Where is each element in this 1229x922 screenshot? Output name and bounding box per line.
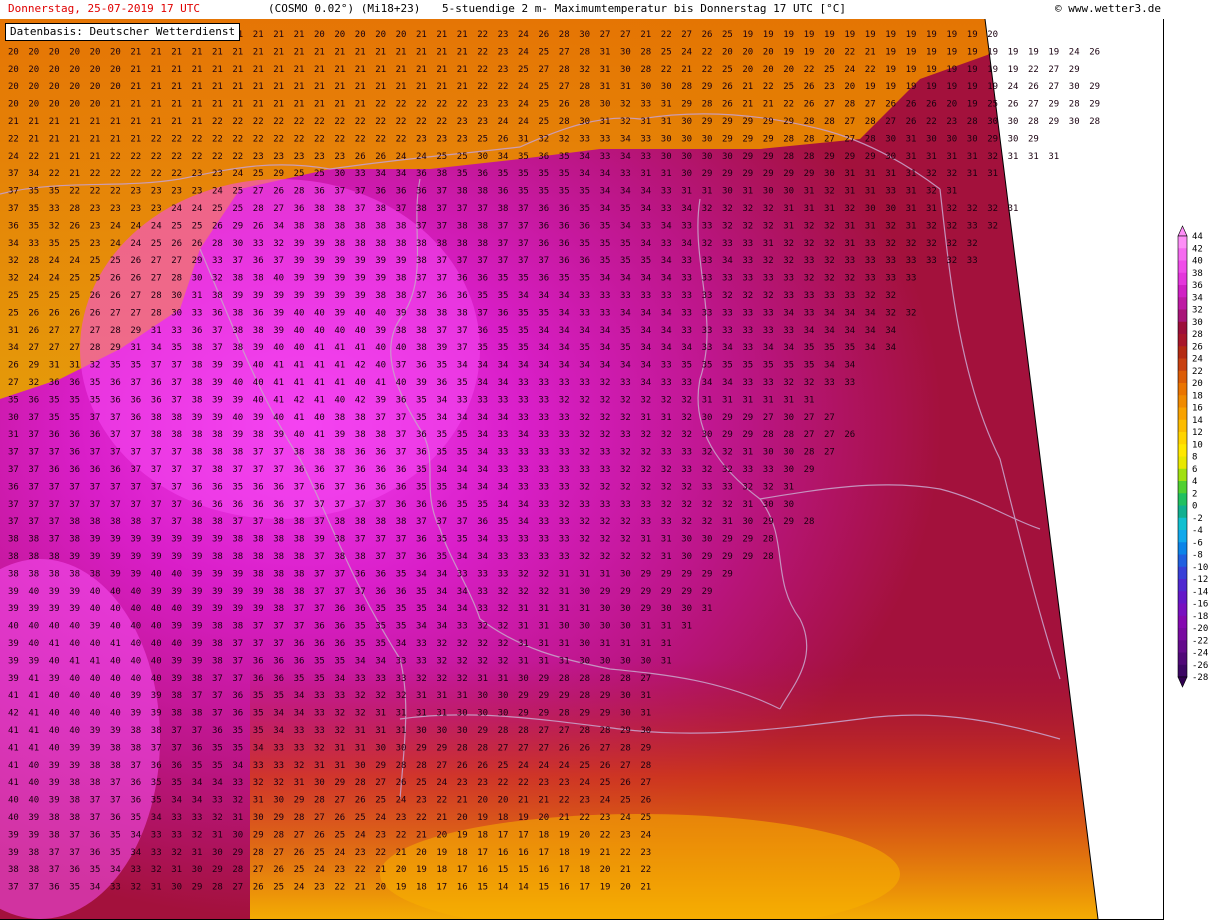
data-source-note: Datenbasis: Deutscher Wetterdienst [5, 23, 241, 41]
legend-swatch [1178, 579, 1187, 592]
legend-label: -4 [1192, 526, 1203, 536]
legend-label: -22 [1192, 636, 1208, 646]
legend-label: 8 [1192, 453, 1197, 463]
legend-label: 30 [1192, 318, 1203, 328]
legend-label: -14 [1192, 587, 1208, 597]
value-row: 30 37 35 35 37 37 36 38 38 39 39 40 39 40 41 40 38 38 37 37… [8, 413, 835, 423]
legend-arrow-bottom [1177, 676, 1188, 688]
legend-labels: 4442403836343230282624222018161412108642… [1192, 232, 1208, 683]
legend-swatch [1178, 309, 1187, 323]
color-scale-legend: 44 42 40 38 36 34 32 30 28 26 24 22 20 18 16 14 12 10 8 6 4 2… [1175, 224, 1229, 689]
legend-swatch [1178, 530, 1187, 543]
legend-swatch [1178, 628, 1187, 641]
legend-label: -12 [1192, 575, 1208, 585]
legend-label: 34 [1192, 293, 1203, 303]
legend-label: 20 [1192, 379, 1203, 389]
legend-swatch [1178, 358, 1187, 372]
legend-swatch [1178, 370, 1187, 384]
legend-swatch [1178, 468, 1187, 482]
header-bar: Donnerstag, 25-07-2019 17 UTC (COSMO 0.0… [0, 0, 1229, 18]
legend-label: 22 [1192, 367, 1203, 377]
legend-label: 28 [1192, 330, 1203, 340]
legend-label: 4 [1192, 477, 1197, 487]
legend-swatch [1178, 566, 1187, 580]
legend-label: -16 [1192, 600, 1208, 610]
legend-label: -8 [1192, 551, 1203, 561]
legend-label: -6 [1192, 538, 1203, 548]
legend-swatch [1178, 554, 1187, 568]
legend-swatch [1178, 493, 1187, 506]
legend-swatch [1178, 383, 1187, 396]
value-row: 37 37 37 36 37 37 37 37 37 38 38 38 37 37 38 38 38 36 36 37… [8, 448, 835, 458]
legend-label: -2 [1192, 514, 1203, 524]
copyright-line: © www.wetter3.de [1055, 0, 1161, 18]
legend-label: 44 [1192, 232, 1203, 242]
legend-swatch [1178, 432, 1187, 445]
legend-swatch [1178, 603, 1187, 617]
legend-swatch [1178, 444, 1187, 457]
map-description: 5-stuendige 2 m- Maximumtemperatur bis D… [442, 2, 846, 15]
legend-label: 40 [1192, 257, 1203, 267]
legend-swatch [1178, 297, 1187, 310]
legend-label: -20 [1192, 624, 1208, 634]
legend-label: -24 [1192, 649, 1208, 659]
legend-label: 24 [1192, 355, 1203, 365]
legend-swatch [1178, 334, 1187, 347]
legend-swatch [1178, 481, 1187, 494]
legend-bar [1177, 225, 1188, 688]
site-url: www.wetter3.de [1068, 2, 1161, 15]
legend-label: 0 [1192, 502, 1197, 512]
model-run-label: (COSMO 0.02°) (Mi18+23) [268, 2, 421, 15]
legend-swatch [1178, 542, 1187, 555]
legend-label: 32 [1192, 306, 1203, 316]
legend-label: 26 [1192, 342, 1203, 352]
legend-label: 42 [1192, 244, 1203, 254]
legend-label: -26 [1192, 661, 1208, 671]
legend-swatch [1178, 321, 1187, 335]
value-row: 39 40 39 39 40 40 40 39 39 39 39 39 39 38 38 37 37 37 36 36… [8, 587, 712, 597]
legend-swatch [1178, 419, 1187, 433]
value-row: 39 39 39 39 40 40 40 40 40 39 39 39 39 38 37 37 36 36 35 35… [8, 604, 712, 614]
legend-swatch [1178, 260, 1187, 274]
legend-swatch [1178, 505, 1187, 519]
legend-swatch [1178, 285, 1187, 298]
legend-label: -10 [1192, 563, 1208, 573]
legend-swatch [1178, 395, 1187, 408]
legend-swatch [1178, 407, 1187, 421]
legend-swatch [1178, 456, 1187, 470]
legend-arrow-top [1177, 225, 1188, 237]
value-row: 36 35 32 26 23 24 24 24 25 25 26 29 26 34 38 38 38 38 38 38… [8, 221, 998, 231]
legend-label: 10 [1192, 440, 1203, 450]
legend-canvas: 4442403836343230282624222018161412108642… [1177, 225, 1208, 688]
legend-label: -28 [1192, 673, 1208, 683]
value-row: 37 34 22 21 22 22 22 22 22 23 23 24 25 29 25 25 30 33 34 34… [8, 169, 998, 179]
legend-swatch [1178, 272, 1187, 286]
legend-swatch [1178, 248, 1187, 261]
legend-swatch [1178, 615, 1187, 629]
legend-label: 6 [1192, 465, 1197, 475]
forecast-date-time: Donnerstag, 25-07-2019 17 UTC [8, 2, 201, 15]
legend-label: -18 [1192, 612, 1208, 622]
legend-label: 2 [1192, 489, 1197, 499]
legend-swatch [1178, 591, 1187, 604]
legend-swatch [1178, 652, 1187, 666]
legend-label: 38 [1192, 269, 1203, 279]
legend-swatch [1178, 346, 1187, 359]
legend-swatch [1178, 236, 1187, 249]
legend-swatch [1178, 517, 1187, 531]
temperature-map: 2020202020202121212121212121212020202020… [0, 19, 1164, 920]
legend-label: 12 [1192, 428, 1203, 438]
legend-label: 36 [1192, 281, 1203, 291]
map-canvas: 2020202020202121212121212121212020202020… [0, 19, 1163, 919]
copyright-icon: © [1055, 2, 1062, 15]
legend-swatch [1178, 640, 1187, 653]
legend-label: 14 [1192, 416, 1203, 426]
legend-swatch [1178, 664, 1187, 678]
legend-label: 18 [1192, 391, 1203, 401]
legend-label: 16 [1192, 404, 1203, 414]
